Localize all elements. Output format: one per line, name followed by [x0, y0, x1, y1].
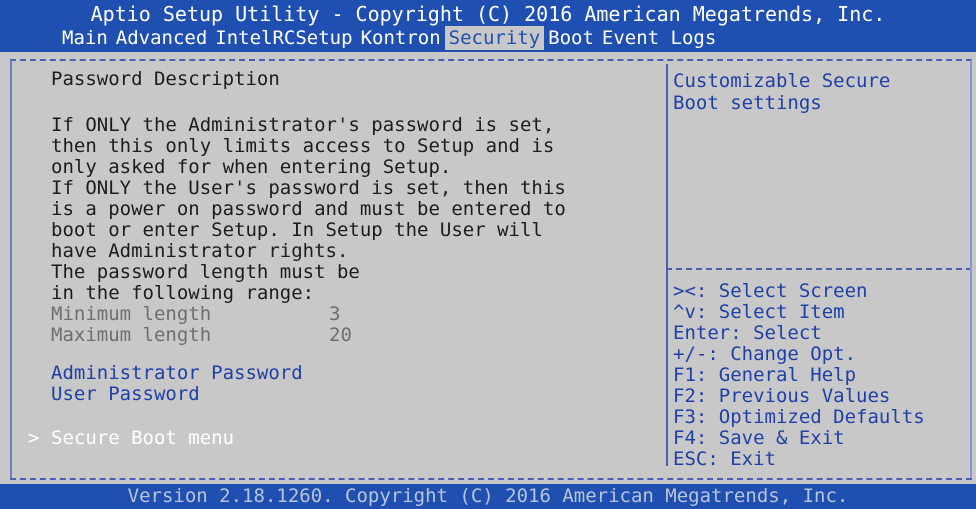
min-length-label: Minimum length — [51, 303, 212, 325]
key-hint: ^v: Select Item — [673, 301, 845, 323]
min-length-value: 3 — [329, 303, 341, 325]
secure-boot-menu-item[interactable]: Secure Boot menu — [51, 427, 234, 449]
submenu-arrow-icon: > — [28, 427, 40, 449]
key-hint: ><: Select Screen — [673, 280, 868, 302]
tab-intelrcsetup[interactable]: IntelRCSetup — [211, 26, 356, 50]
user-password-item[interactable]: User Password — [51, 383, 200, 405]
description-line: If ONLY the Administrator's password is … — [51, 114, 555, 136]
description-line: boot or enter Setup. In Setup the User w… — [51, 219, 543, 241]
max-length-value: 20 — [329, 324, 352, 346]
key-hint: Enter: Select — [673, 322, 822, 344]
description-line: is a power on password and must be enter… — [51, 198, 566, 220]
key-hint: F3: Optimized Defaults — [673, 406, 925, 428]
panel-separator — [666, 64, 668, 466]
help-divider — [666, 268, 972, 270]
description-line: then this only limits access to Setup an… — [51, 135, 555, 157]
tab-main[interactable]: Main — [58, 26, 112, 50]
max-length-label: Maximum length — [51, 324, 212, 346]
help-text-line: Boot settings — [673, 92, 822, 114]
description-line: only asked for when entering Setup. — [51, 156, 452, 178]
footer-bar: Version 2.18.1260. Copyright (C) 2016 Am… — [0, 484, 976, 509]
key-hint: +/-: Change Opt. — [673, 343, 857, 365]
version-text: Version 2.18.1260. Copyright (C) 2016 Am… — [127, 485, 849, 507]
frame-bottom-border — [10, 478, 972, 480]
frame-top-border — [10, 59, 972, 61]
key-hint: F4: Save & Exit — [673, 427, 845, 449]
title-bar: Aptio Setup Utility - Copyright (C) 2016… — [0, 0, 976, 52]
tab-boot[interactable]: Boot — [544, 26, 598, 50]
tab-event-logs[interactable]: Event Logs — [598, 26, 720, 50]
key-hint: F1: General Help — [673, 364, 857, 386]
description-line: If ONLY the User's password is set, then… — [51, 177, 566, 199]
description-line: have Administrator rights. — [51, 240, 349, 262]
tab-advanced[interactable]: Advanced — [112, 26, 212, 50]
frame-left-border — [10, 60, 12, 478]
description-line: The password length must be — [51, 261, 360, 283]
key-hint: F2: Previous Values — [673, 385, 891, 407]
key-hint: ESC: Exit — [673, 448, 776, 470]
tab-kontron[interactable]: Kontron — [357, 26, 445, 50]
main-menu-bar: Main Advanced IntelRCSetup Kontron Security B… — [58, 26, 720, 50]
help-text-line: Customizable Secure — [673, 70, 891, 92]
section-heading: Password Description — [51, 68, 280, 90]
administrator-password-item[interactable]: Administrator Password — [51, 362, 303, 384]
tab-security[interactable]: Security — [444, 26, 545, 50]
bios-setup-screen: Aptio Setup Utility - Copyright (C) 2016… — [0, 0, 976, 509]
frame-right-border — [970, 60, 972, 478]
description-line: in the following range: — [51, 282, 315, 304]
utility-title: Aptio Setup Utility - Copyright (C) 2016… — [90, 2, 886, 26]
